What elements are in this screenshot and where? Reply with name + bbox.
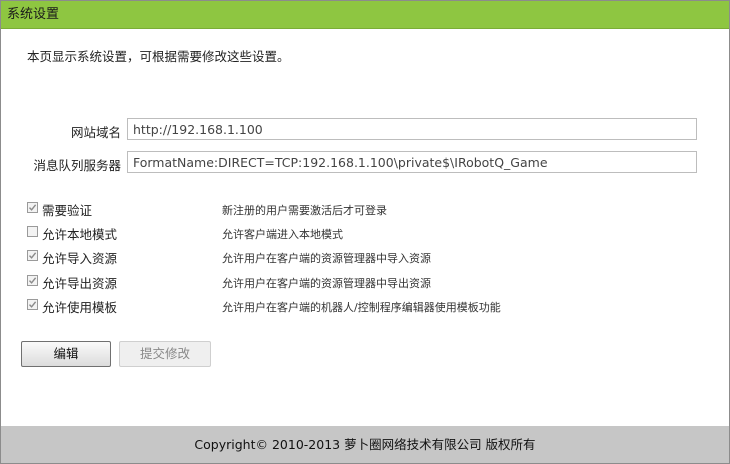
footer-copyright: Copyright© 2010-2013 萝卜圈网络技术有限公司 版权所有 bbox=[1, 426, 729, 463]
import-resources-desc: 允许用户在客户端的资源管理器中导入资源 bbox=[222, 252, 431, 265]
domain-input[interactable] bbox=[127, 118, 697, 140]
local-mode-desc: 允许客户端进入本地模式 bbox=[222, 228, 343, 241]
option-local-mode: 允许本地模式 允许客户端进入本地模式 bbox=[23, 223, 723, 243]
export-resources-desc: 允许用户在客户端的资源管理器中导出资源 bbox=[222, 277, 431, 290]
require-verification-label: 需要验证 bbox=[42, 203, 93, 218]
option-require-verification: 需要验证 新注册的用户需要激活后才可登录 bbox=[23, 199, 723, 219]
mq-server-row: 消息队列服务器 bbox=[1, 151, 729, 175]
intro-text: 本页显示系统设置，可根据需要修改这些设置。 bbox=[27, 49, 290, 64]
window-title: 系统设置 bbox=[7, 7, 60, 22]
mq-server-input[interactable] bbox=[127, 151, 697, 173]
require-verification-desc: 新注册的用户需要激活后才可登录 bbox=[222, 204, 387, 217]
require-verification-checkbox[interactable] bbox=[27, 202, 38, 213]
local-mode-checkbox[interactable] bbox=[27, 226, 38, 237]
title-bar: 系统设置 bbox=[1, 1, 729, 29]
domain-label: 网站域名 bbox=[70, 125, 121, 140]
export-resources-label: 允许导出资源 bbox=[42, 276, 118, 291]
use-templates-checkbox[interactable] bbox=[27, 299, 38, 310]
submit-changes-button[interactable]: 提交修改 bbox=[119, 341, 211, 367]
import-resources-checkbox[interactable] bbox=[27, 250, 38, 261]
export-resources-checkbox[interactable] bbox=[27, 275, 38, 286]
domain-row: 网站域名 bbox=[1, 118, 729, 142]
option-export-resources: 允许导出资源 允许用户在客户端的资源管理器中导出资源 bbox=[23, 272, 723, 292]
use-templates-desc: 允许用户在客户端的机器人/控制程序编辑器使用模板功能 bbox=[222, 301, 501, 314]
option-import-resources: 允许导入资源 允许用户在客户端的资源管理器中导入资源 bbox=[23, 247, 723, 267]
mq-server-label: 消息队列服务器 bbox=[33, 158, 121, 173]
use-templates-label: 允许使用模板 bbox=[42, 300, 118, 315]
checkmark-icon bbox=[28, 301, 37, 308]
checkmark-icon bbox=[28, 204, 37, 211]
checkmark-icon bbox=[28, 252, 37, 259]
local-mode-label: 允许本地模式 bbox=[42, 227, 118, 242]
import-resources-label: 允许导入资源 bbox=[42, 251, 118, 266]
settings-window: 系统设置 本页显示系统设置，可根据需要修改这些设置。 网站域名 消息队列服务器 … bbox=[0, 0, 730, 464]
option-use-templates: 允许使用模板 允许用户在客户端的机器人/控制程序编辑器使用模板功能 bbox=[23, 296, 723, 316]
checkmark-icon bbox=[28, 277, 37, 284]
edit-button[interactable]: 编辑 bbox=[21, 341, 111, 367]
